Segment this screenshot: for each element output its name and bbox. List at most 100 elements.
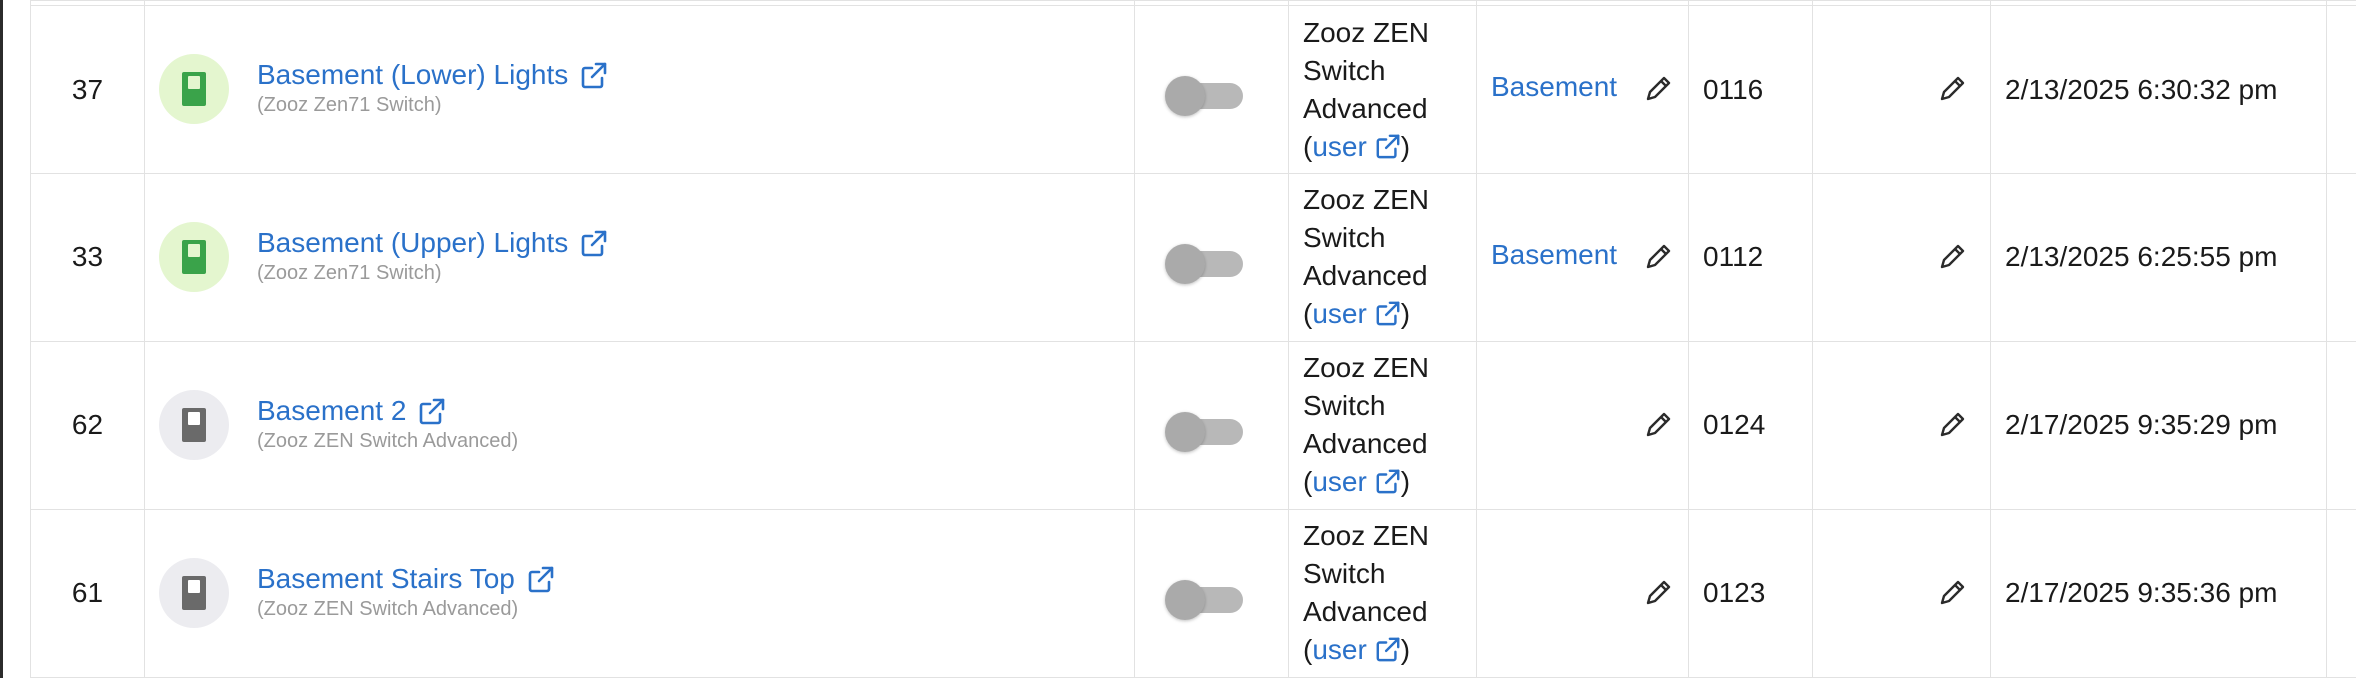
switch-cell [1134,5,1289,174]
edit-label-pencil-icon[interactable] [1937,72,1969,104]
device-network-id: 0123 [1703,577,1766,609]
driver-cell: Zooz ZEN Switch Advanced (user) [1288,340,1477,510]
driver-cell: Zooz ZEN Switch Advanced (user) [1288,5,1477,174]
table-row: 62 Basement 2 ( Zooz ZEN Switch Advanced)… [30,340,2356,510]
switch-icon-gray [159,557,229,628]
driver-name-line-1: Zooz ZEN [1303,16,1430,48]
device-id: 33 [71,241,104,273]
room-cell: Basement [1476,5,1689,174]
external-link-icon[interactable] [580,61,608,89]
device-type-label: (Zooz ZEN Switch Advanced) [257,597,519,620]
device-id-cell: 33 [30,173,145,342]
switch-icon-gray [159,389,229,460]
room-link[interactable]: Basement [1491,68,1617,106]
device-switch-toggle[interactable] [1165,244,1243,284]
label-cell [1812,508,1991,678]
edit-room-pencil-icon[interactable] [1643,240,1675,272]
external-link-icon[interactable] [1375,636,1401,662]
close-paren: ) [1400,130,1411,162]
trailing-cell [2326,5,2356,174]
room-cell [1476,508,1689,678]
label-cell [1812,173,1991,342]
device-switch-toggle[interactable] [1165,411,1243,452]
device-type-label: (Zooz Zen71 Switch) [257,262,442,284]
external-link-icon[interactable] [1375,468,1401,494]
driver-source-line: (user) [1303,463,1476,501]
edit-room-pencil-icon[interactable] [1643,408,1675,440]
device-network-id: 0124 [1703,409,1766,441]
external-link-icon[interactable] [1375,300,1401,326]
last-activity-cell: 2/17/2025 9:35:29 pm [1990,340,2327,510]
last-activity-cell: 2/17/2025 9:35:36 pm [1990,508,2327,678]
external-link-icon[interactable] [418,397,446,425]
device-switch-toggle[interactable] [1165,76,1243,117]
driver-source-link[interactable]: user [1312,131,1366,162]
driver-name-line-1: Zooz ZEN [1303,352,1430,384]
driver-source-link[interactable]: user [1312,634,1366,665]
switch-cell [1134,340,1289,510]
trailing-cell [2326,173,2356,342]
last-activity-cell: 2/13/2025 6:30:32 pm [1990,5,2327,174]
trailing-cell [2326,508,2356,678]
external-link-icon[interactable] [527,565,555,593]
switch-icon-green [159,222,229,292]
last-activity-time: 2/17/2025 9:35:36 pm [2005,577,2278,609]
driver-name-line-2: Switch [1303,54,1386,86]
room-link[interactable]: Basement [1491,236,1617,274]
driver-name-line-2: Switch [1303,558,1386,590]
device-name-cell: Basement (Lower) Lights (Zooz Zen71 Swit… [144,5,1135,174]
device-id: 61 [71,577,104,609]
device-name-cell: Basement 2 (Zooz ZEN Switch Advanced) [144,340,1135,510]
open-paren: ( [1303,466,1313,498]
device-type-label: (Zooz Zen71 Switch) [257,94,442,117]
device-name-link[interactable]: Basement (Upper) Lights [257,226,568,260]
dni-cell: 0112 [1688,173,1813,342]
table-row: 61 Basement Stairs Top (Zooz ZEN Switch … [30,508,2356,678]
driver-name-line-3: Advanced [1303,428,1428,460]
driver-name-line-3: Advanced [1303,260,1428,292]
driver-source-link[interactable]: user [1312,298,1366,329]
dni-cell: 0124 [1688,340,1813,510]
device-name-cell: Basement (Upper) Lights (Zooz Zen71 Swit… [144,173,1135,342]
device-name-link[interactable]: Basement Stairs Top [257,562,515,596]
driver-name-line-2: Switch [1303,390,1386,422]
device-switch-toggle[interactable] [1165,579,1243,620]
last-activity-time: 2/17/2025 9:35:29 pm [2005,409,2278,441]
device-id-cell: 62 [30,340,145,510]
edit-label-pencil-icon[interactable] [1937,408,1969,440]
edit-label-pencil-icon[interactable] [1937,240,1969,272]
edit-room-pencil-icon[interactable] [1643,576,1675,608]
last-activity-time: 2/13/2025 6:25:55 pm [2005,241,2278,273]
switch-cell [1134,173,1289,342]
table-row: 37 Basement (Lower) Lights (Zooz Zen71 S… [30,5,2356,174]
open-paren: ( [1303,634,1313,666]
external-link-icon[interactable] [580,229,608,257]
close-paren: ) [1400,634,1411,666]
switch-cell [1134,508,1289,678]
driver-source-link[interactable]: user [1312,466,1366,497]
close-paren: ) [1400,466,1411,498]
driver-source-line: (user) [1303,631,1476,669]
device-name-cell: Basement Stairs Top (Zooz ZEN Switch Adv… [144,508,1135,678]
room-cell: Basement [1476,173,1689,342]
close-paren: ) [1400,298,1411,330]
open-paren: ( [1303,298,1313,330]
last-activity-cell: 2/13/2025 6:25:55 pm [1990,173,2327,342]
edit-label-pencil-icon[interactable] [1937,576,1969,608]
device-name-link[interactable]: Basement (Lower) Lights [257,58,568,92]
edit-room-pencil-icon[interactable] [1643,72,1675,104]
driver-name-line-1: Zooz ZEN [1303,184,1430,216]
room-cell [1476,340,1689,510]
label-cell [1812,340,1991,510]
devices-table: 37 Basement (Lower) Lights (Zooz Zen71 S… [30,0,2356,678]
device-name-link[interactable]: Basement 2 [257,394,406,428]
external-link-icon[interactable] [1375,133,1401,159]
device-id-cell: 61 [30,508,145,678]
driver-name-line-3: Advanced [1303,596,1428,628]
device-id-cell: 37 [30,5,145,174]
label-cell [1812,5,1991,174]
dni-cell: 0116 [1688,5,1813,174]
driver-name-line-3: Advanced [1303,92,1428,124]
device-id: 62 [71,409,104,441]
window-left-edge [0,0,3,678]
